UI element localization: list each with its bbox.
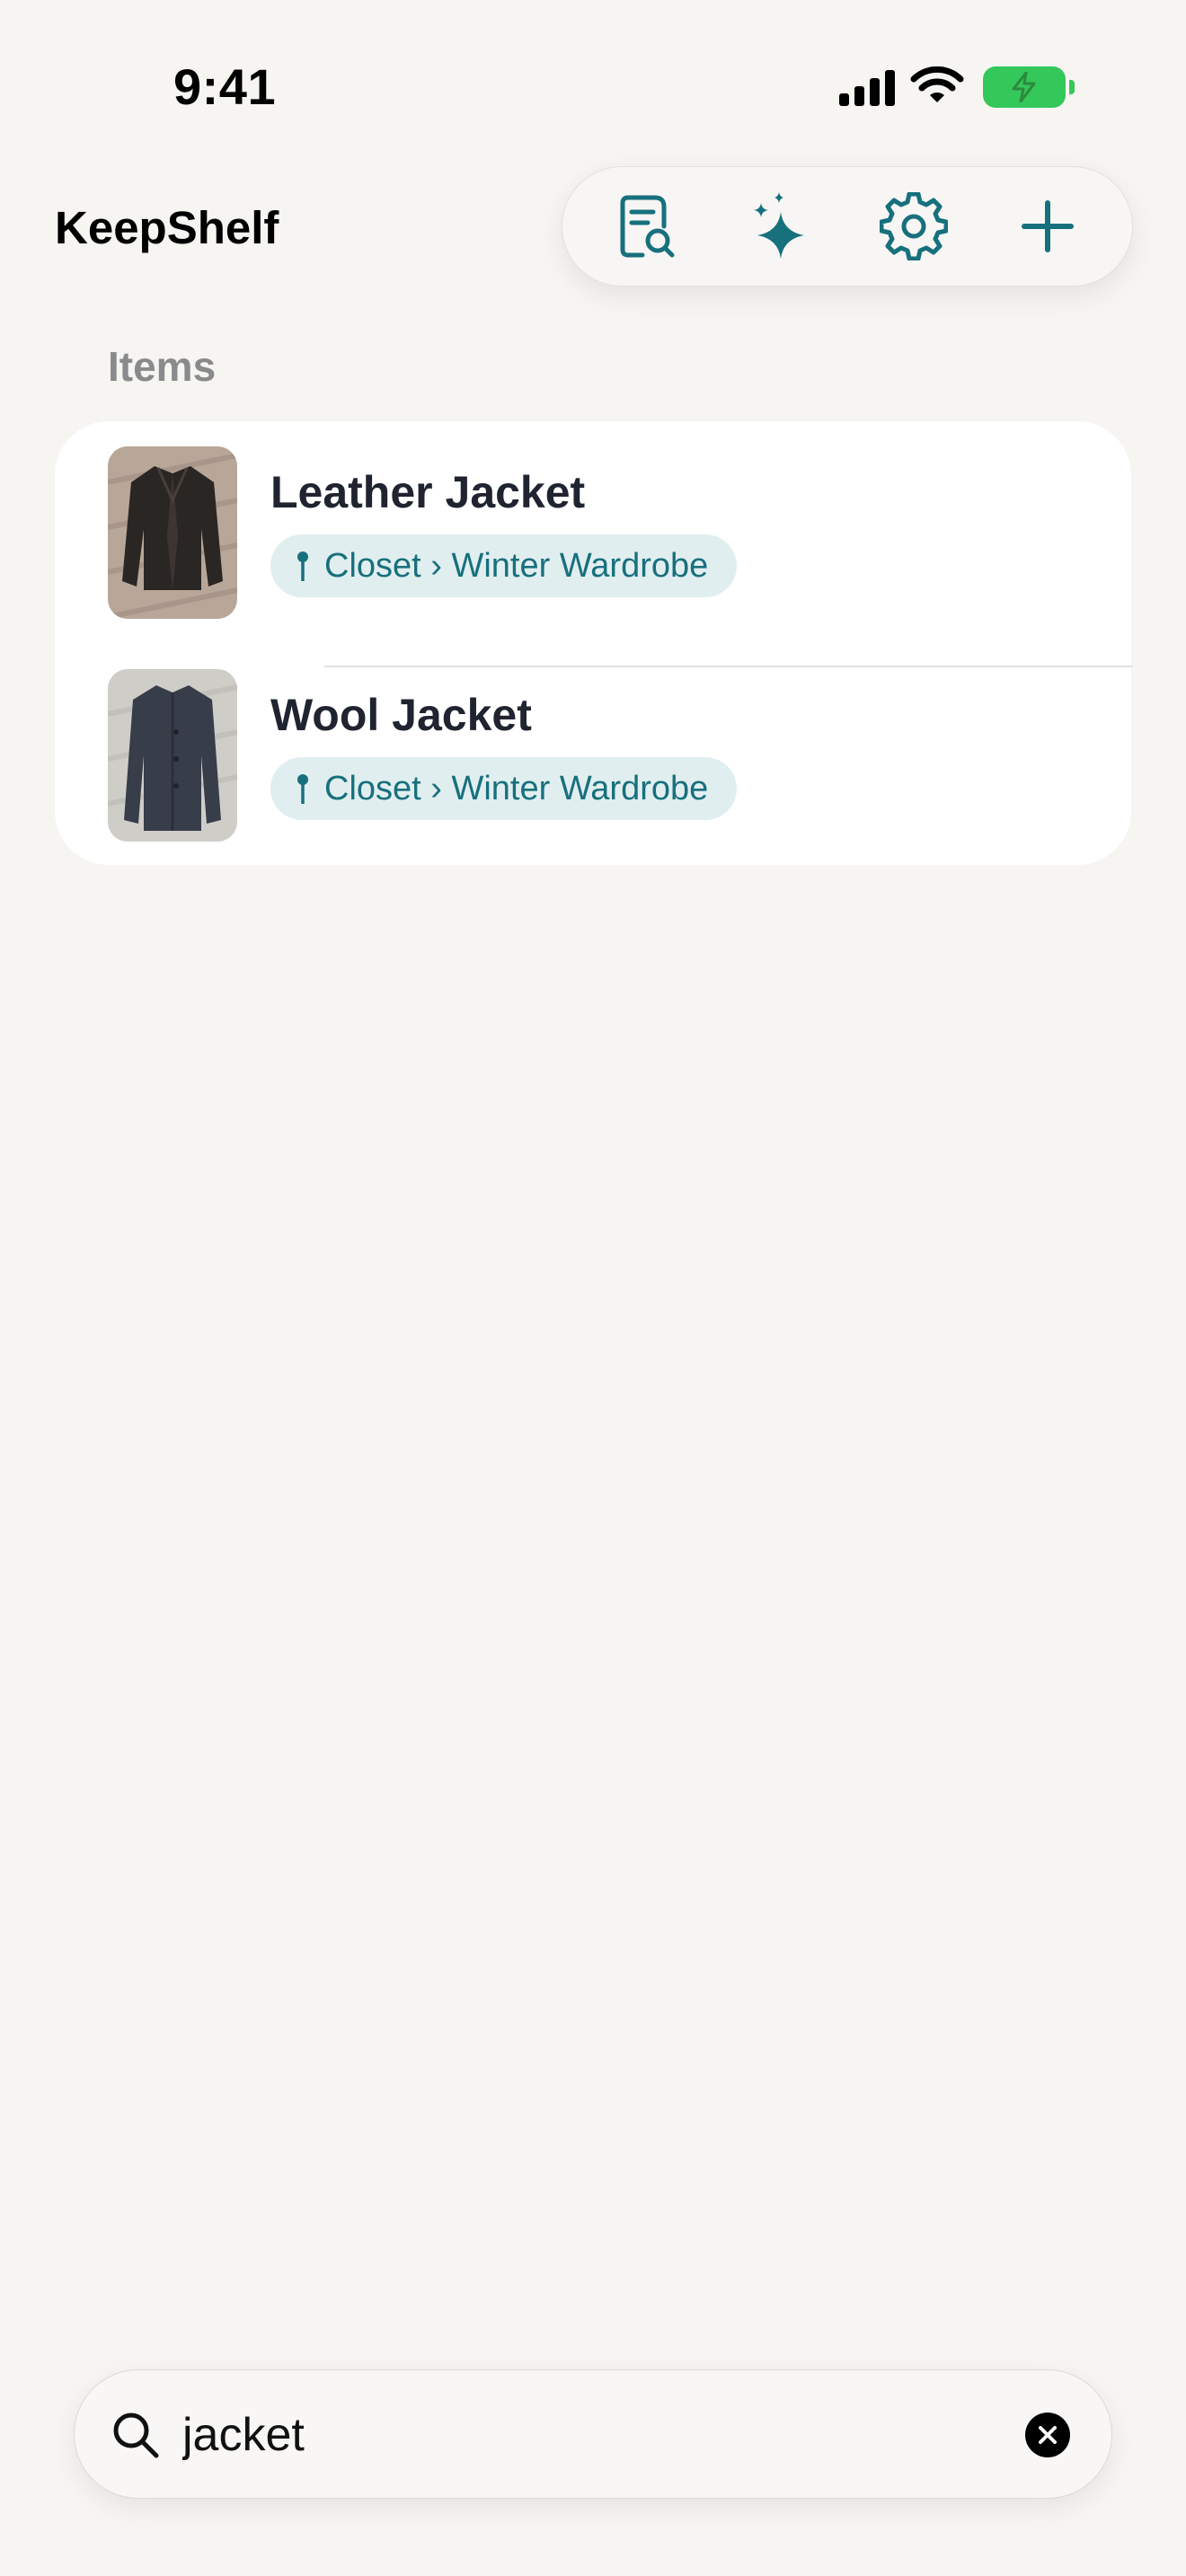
pin-icon [297,774,308,804]
sparkles-icon [753,192,804,259]
settings-button[interactable] [864,177,963,276]
items-list: Leather Jacket Closet › Winter Wardrobe [55,421,1133,867]
status-time: 9:41 [173,58,277,115]
pin-icon [297,551,308,581]
document-search-button[interactable] [597,177,696,276]
ai-assist-button[interactable] [731,177,830,276]
section-label-items: Items [108,343,217,390]
battery-icon [983,66,1075,108]
gear-icon [880,192,949,260]
document-search-icon [620,195,675,258]
wifi-icon [910,66,964,102]
item-thumbnail [108,446,237,619]
screen: 9:41 KeepShelf Items Leather Jacket Clos… [0,0,1186,2576]
clear-search-button[interactable] [1025,2413,1070,2457]
item-name: Leather Jacket [270,467,586,517]
search-bar [74,2369,1112,2499]
list-item[interactable]: Wool Jacket Closet › Winter Wardrobe [55,669,1131,867]
row-divider [324,666,1133,667]
location-chip[interactable]: Closet › Winter Wardrobe [270,757,738,820]
toolbar [562,166,1133,287]
close-icon [1039,2426,1057,2444]
cellular-signal-icon [839,68,895,106]
location-chip[interactable]: Closet › Winter Wardrobe [270,534,738,597]
status-icons [839,65,1075,110]
location-path: Closet › Winter Wardrobe [324,769,709,807]
app-title: KeepShelf [55,202,279,253]
search-input[interactable] [182,2397,973,2473]
plus-icon [1021,200,1074,252]
add-item-button[interactable] [998,177,1097,276]
list-item[interactable]: Leather Jacket Closet › Winter Wardrobe [55,446,1133,667]
item-name: Wool Jacket [270,690,532,740]
item-thumbnail [108,669,237,842]
location-path: Closet › Winter Wardrobe [324,546,709,585]
search-icon [113,2413,159,2458]
